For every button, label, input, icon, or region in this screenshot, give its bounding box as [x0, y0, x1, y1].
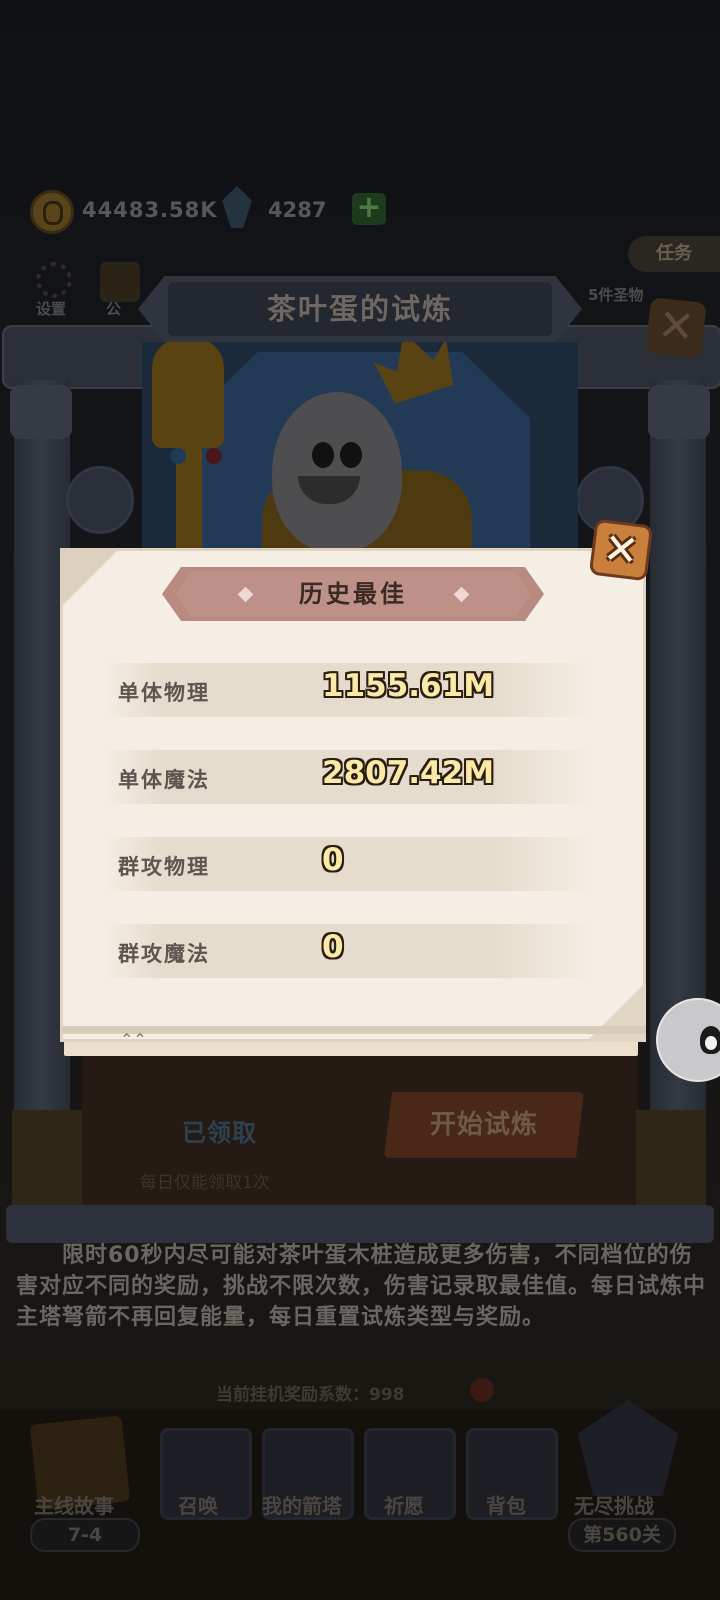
egg-eye-left [312, 442, 334, 468]
dialog-title: 历史最佳 [299, 580, 407, 608]
egg-eye-right [340, 442, 362, 468]
stat-label: 单体魔法 [118, 768, 210, 792]
endless-stage-indicator: 第560关 [568, 1518, 676, 1552]
relic-set-label: 5件圣物 [588, 286, 644, 304]
reward-coefficient: 当前挂机奖励系数：998 [216, 1385, 405, 1405]
nav-label-summon: 召唤 [178, 1494, 218, 1518]
stat-label: 群攻物理 [118, 855, 210, 879]
nav-label-tower: 我的箭塔 [262, 1494, 342, 1518]
stat-value: 0 [322, 842, 344, 878]
daily-limit-note: 每日仅能领取1次 [140, 1173, 270, 1193]
gem-icon [222, 186, 252, 228]
dialog-corner-fold [60, 548, 120, 608]
right-pillar [650, 380, 706, 1210]
nav-label-backpack: 背包 [486, 1494, 526, 1518]
tea-egg-character [272, 392, 402, 552]
stat-value: 1155.61M [322, 668, 495, 704]
golden-hand-icon [152, 338, 224, 448]
gold-amount: 44483.58K [82, 198, 218, 222]
dialog-bottom-edge [62, 1026, 646, 1034]
settings-button[interactable]: 设置 [22, 262, 86, 322]
nav-label-endless: 无尽挑战 [574, 1494, 654, 1518]
nav-label-wish: 祈愿 [384, 1494, 424, 1518]
claimed-status: 已领取 [182, 1119, 257, 1147]
left-medal-ornament [66, 466, 134, 534]
dialog-tear-mark: ⌃⌃ [120, 1030, 147, 1049]
nav-label-story: 主线故事 [34, 1494, 114, 1518]
red-gem-icon [206, 448, 222, 464]
announcement-icon[interactable] [100, 262, 140, 302]
blue-gem-icon [170, 448, 186, 464]
stat-label: 群攻魔法 [118, 942, 210, 966]
trial-description: 限时60秒内尽可能对茶叶蛋木桩造成更多伤害，不同档位的伤害对应不同的奖励，挑战不… [16, 1243, 707, 1330]
start-trial-button[interactable]: 开始试炼 [384, 1092, 584, 1158]
trial-title: 茶叶蛋的试炼 [168, 282, 552, 336]
right-pillar-cap [648, 385, 710, 439]
gem-amount: 4287 [268, 198, 327, 222]
gold-coin-icon [30, 190, 74, 234]
gear-icon [36, 262, 72, 298]
trial-frame-bottom [6, 1205, 714, 1243]
left-pillar-base [12, 1110, 82, 1210]
penguin-icon [700, 1026, 720, 1054]
add-gems-button[interactable]: + [352, 193, 386, 225]
main-stage-indicator: 7-4 [30, 1518, 140, 1552]
stat-value: 0 [322, 929, 344, 965]
right-pillar-base [636, 1110, 706, 1210]
settings-label: 设置 [36, 300, 67, 318]
reward-icon [470, 1378, 494, 1402]
resource-bar: 44483.58K 4287 + 任务 [0, 180, 720, 272]
left-pillar-cap [10, 385, 72, 439]
close-icon[interactable]: ✕ [589, 519, 653, 582]
announcement-label: 公 [106, 300, 122, 318]
task-tab[interactable]: 任务 [628, 236, 720, 272]
stat-value: 2807.42M [322, 755, 495, 791]
stat-label: 单体物理 [118, 681, 210, 705]
trial-close-button[interactable]: ✕ [645, 297, 707, 359]
